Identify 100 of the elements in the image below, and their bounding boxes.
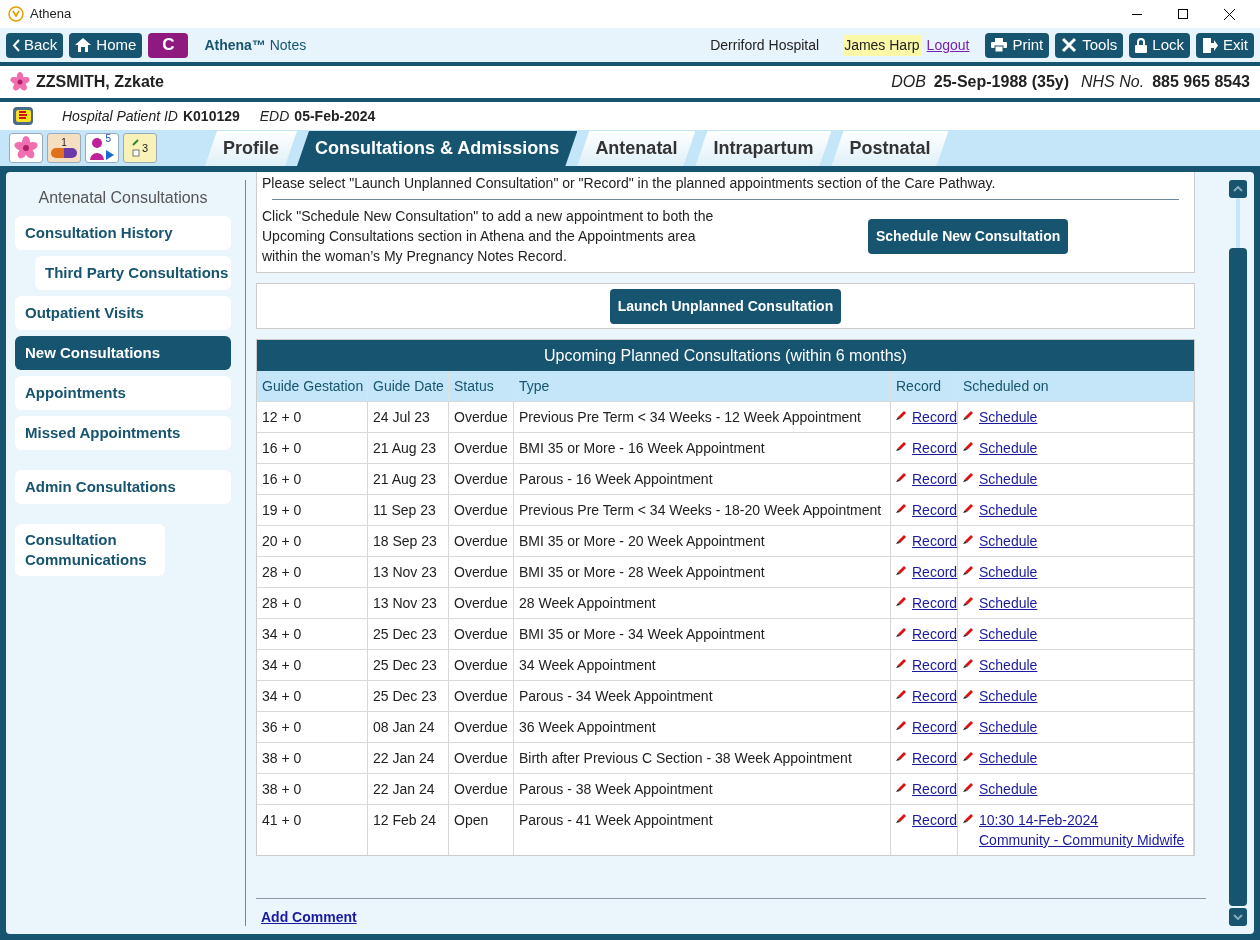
sidebar-item[interactable]: Consultation Communications: [15, 524, 165, 576]
edd-label: EDD: [259, 106, 290, 126]
pencil-icon: [963, 595, 974, 606]
table-cell: 19 + 0: [257, 494, 368, 525]
flower-button[interactable]: [9, 133, 43, 163]
table-cell: Parous - 34 Week Appointment: [514, 680, 891, 711]
tab[interactable]: Profile: [205, 131, 297, 166]
tab[interactable]: Antenatal: [577, 131, 696, 166]
schedule-link[interactable]: Schedule: [979, 562, 1038, 582]
record-link[interactable]: Record: [912, 686, 958, 706]
notes-button[interactable]: 3: [123, 133, 157, 163]
medication-count: 1: [61, 138, 67, 148]
sidebar-item[interactable]: Missed Appointments: [15, 416, 231, 450]
table-cell: 36 + 0: [257, 711, 368, 742]
record-link[interactable]: Record: [912, 531, 958, 551]
window-title: Athena: [30, 5, 72, 24]
exit-button[interactable]: Exit: [1196, 32, 1254, 58]
record-link[interactable]: Record: [912, 624, 958, 644]
sidebar-item[interactable]: Outpatient Visits: [15, 296, 231, 330]
hospital-name: Derriford Hospital: [710, 35, 820, 55]
sidebar-item[interactable]: New Consultations: [15, 336, 231, 370]
print-button[interactable]: Print: [985, 32, 1050, 58]
table-cell: Overdue: [449, 618, 514, 649]
table-cell: 38 + 0: [257, 742, 368, 773]
table-cell: 13 Nov 23: [368, 556, 449, 587]
pencil-icon: [963, 440, 974, 451]
flower-icon: [10, 72, 30, 92]
schedule-link[interactable]: Schedule: [979, 624, 1038, 644]
scrollbar-thumb[interactable]: [1229, 248, 1247, 906]
pencil-icon: [896, 812, 907, 823]
logout-link[interactable]: Logout: [926, 34, 970, 56]
pencil-icon: [896, 471, 907, 482]
scroll-down-button[interactable]: [1229, 908, 1247, 926]
schedule-link[interactable]: Schedule: [979, 655, 1038, 675]
schedule-link[interactable]: Community - Community Midwife: [979, 830, 1185, 850]
sidebar-item[interactable]: Admin Consultations: [15, 470, 231, 504]
table-cell: 28 + 0: [257, 556, 368, 587]
record-link[interactable]: Record: [912, 717, 958, 737]
pencil-icon: [963, 564, 974, 575]
table-cell: Overdue: [449, 525, 514, 556]
schedule-link[interactable]: Schedule: [979, 531, 1038, 551]
tab[interactable]: Intrapartum: [695, 131, 832, 166]
schedule-consultation-button[interactable]: Schedule New Consultation: [868, 218, 1069, 254]
schedule-link[interactable]: Schedule: [979, 748, 1038, 768]
record-link[interactable]: Record: [912, 438, 958, 458]
exit-icon: [1202, 37, 1218, 53]
record-link[interactable]: Record: [912, 562, 958, 582]
tools-button[interactable]: Tools: [1055, 32, 1124, 58]
pencil-icon: [896, 719, 907, 730]
table-cell: 34 Week Appointment: [514, 649, 891, 680]
sidebar-item[interactable]: Appointments: [15, 376, 231, 410]
launch-consultation-button[interactable]: Launch Unplanned Consultation: [609, 288, 842, 324]
lock-button[interactable]: Lock: [1129, 32, 1190, 58]
table-cell: 34 + 0: [257, 618, 368, 649]
module-badge: C: [148, 32, 189, 58]
pencil-icon: [963, 533, 974, 544]
checklist-icon: [131, 139, 140, 157]
sidebar-item[interactable]: Third Party Consultations: [35, 256, 231, 290]
record-link[interactable]: Record: [912, 748, 958, 768]
pencil-icon: [896, 533, 907, 544]
schedule-link[interactable]: 10:30 14-Feb-2024: [979, 810, 1185, 830]
schedule-link[interactable]: Schedule: [979, 686, 1038, 706]
record-link[interactable]: Record: [912, 469, 958, 489]
add-comment-link[interactable]: Add Comment: [261, 907, 357, 928]
tab[interactable]: Postnatal: [831, 131, 949, 166]
schedule-link[interactable]: Schedule: [979, 500, 1038, 520]
person-icon: [89, 136, 115, 160]
pencil-icon: [963, 657, 974, 668]
record-link[interactable]: Record: [912, 810, 958, 830]
pencil-icon: [963, 471, 974, 482]
table-cell: Previous Pre Term < 34 Weeks - 18-20 Week Appointment: [514, 494, 891, 525]
contacts-button[interactable]: 5: [85, 133, 119, 163]
table-cell: Overdue: [449, 401, 514, 432]
schedule-link[interactable]: Schedule: [979, 779, 1038, 799]
table-cell: BMI 35 or More - 16 Week Appointment: [514, 432, 891, 463]
table-cell: Overdue: [449, 773, 514, 804]
back-button[interactable]: Back: [6, 32, 64, 58]
scroll-up-button[interactable]: [1229, 180, 1247, 198]
sidebar-title: Antenatal Consultations: [37, 188, 209, 208]
table-cell: 21 Aug 23: [368, 432, 449, 463]
schedule-link[interactable]: Schedule: [979, 717, 1038, 737]
record-link[interactable]: Record: [912, 593, 958, 613]
schedule-link[interactable]: Schedule: [979, 407, 1038, 427]
table-cell: 22 Jan 24: [368, 773, 449, 804]
sidebar-item[interactable]: Consultation History: [15, 216, 231, 250]
record-link[interactable]: Record: [912, 500, 958, 520]
tab[interactable]: Consultations & Admissions: [297, 131, 578, 166]
table-cell: 13 Nov 23: [368, 587, 449, 618]
schedule-link[interactable]: Schedule: [979, 593, 1038, 613]
schedule-link[interactable]: Schedule: [979, 438, 1038, 458]
record-link[interactable]: Record: [912, 655, 958, 675]
schedule-link[interactable]: Schedule: [979, 469, 1038, 489]
medication-button[interactable]: 1: [47, 133, 81, 163]
record-link[interactable]: Record: [912, 779, 958, 799]
home-button[interactable]: Home: [69, 32, 143, 58]
flower-icon: [14, 136, 38, 160]
maximize-icon: [1178, 9, 1188, 19]
lock-icon: [1135, 37, 1148, 53]
record-link[interactable]: Record: [912, 407, 958, 427]
patient-name: ZZSMITH, Zzkate: [36, 72, 164, 92]
